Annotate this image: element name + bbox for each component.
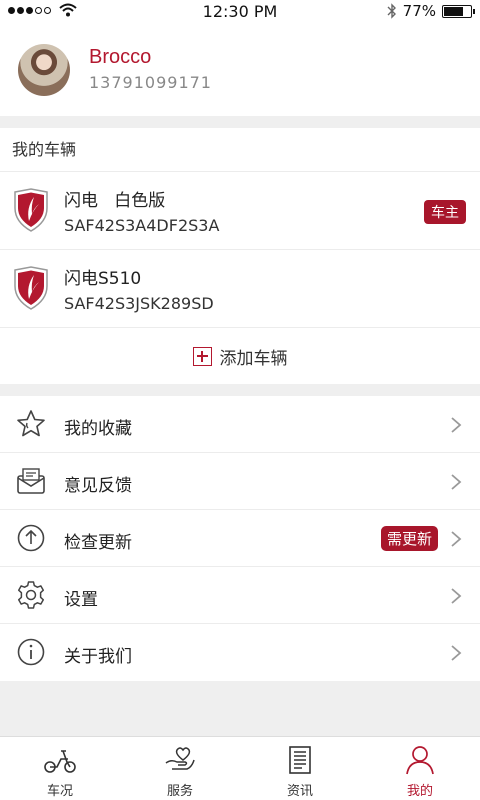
vehicle-vin: SAF42S3A4DF2S3A [64, 216, 220, 235]
bottom-tab-bar: 车况 服务 资讯 我的 [0, 736, 480, 800]
vehicle-vin: SAF42S3JSK289SD [64, 294, 214, 313]
add-vehicle-label: 添加车辆 [219, 348, 288, 369]
chevron-right-icon [451, 588, 462, 604]
chevron-right-icon [451, 531, 462, 547]
news-icon [289, 746, 311, 774]
tab-mine[interactable]: 我的 [360, 737, 480, 800]
tab-vehicle-status[interactable]: 车况 [0, 737, 120, 800]
vehicle-row[interactable]: 闪电S510 SAF42S3JSK289SD [0, 250, 480, 328]
tab-label: 服务 [166, 784, 193, 799]
tab-label: 我的 [406, 784, 433, 799]
upload-arrow-icon [17, 524, 45, 552]
battery-icon [442, 4, 475, 18]
status-right: 77% [387, 2, 475, 20]
gear-icon [17, 581, 45, 609]
brand-shield-icon [14, 266, 48, 310]
info-icon [17, 638, 45, 666]
menu-label: 我的收藏 [64, 419, 132, 439]
menu-label: 关于我们 [64, 647, 132, 667]
add-vehicle-button[interactable]: 添加车辆 [0, 328, 480, 384]
chevron-right-icon [451, 645, 462, 661]
update-needed-badge: 需更新 [380, 526, 438, 551]
star-icon [17, 410, 45, 437]
menu-item-settings[interactable]: 设置 [0, 567, 480, 624]
menu-label: 意见反馈 [64, 476, 132, 496]
mail-icon [17, 468, 45, 494]
settings-menu: 我的收藏 意见反馈 检查更新 需更新 设置 关于我们 [0, 396, 480, 681]
tab-service[interactable]: 服务 [120, 737, 240, 800]
tab-label: 车况 [46, 784, 73, 799]
bluetooth-icon [387, 3, 396, 19]
battery-percent: 77% [402, 2, 436, 20]
chevron-right-icon [451, 474, 462, 490]
menu-label: 设置 [64, 590, 98, 610]
chevron-right-icon [451, 417, 462, 433]
tab-news[interactable]: 资讯 [240, 737, 360, 800]
section-title: 我的车辆 [0, 128, 480, 172]
menu-item-about[interactable]: 关于我们 [0, 624, 480, 681]
profile-name: Brocco [89, 46, 152, 68]
status-bar: 12:30 PM 77% [0, 0, 480, 24]
vehicle-row[interactable]: 闪电 白色版 SAF42S3A4DF2S3A 车主 [0, 172, 480, 250]
tab-label: 资讯 [286, 784, 313, 799]
menu-item-check-update[interactable]: 检查更新 需更新 [0, 510, 480, 567]
owner-badge: 车主 [424, 200, 466, 224]
plus-icon [192, 346, 212, 366]
menu-item-favorites[interactable]: 我的收藏 [0, 396, 480, 453]
person-icon [406, 746, 434, 775]
brand-shield-icon [14, 188, 48, 232]
vehicle-name: 闪电 白色版 [64, 191, 166, 211]
menu-item-feedback[interactable]: 意见反馈 [0, 453, 480, 510]
scooter-icon [44, 750, 76, 773]
menu-label: 检查更新 [64, 533, 132, 553]
my-vehicles-section: 我的车辆 闪电 白色版 SAF42S3A4DF2S3A 车主 闪电S510 SA… [0, 128, 480, 384]
profile-header[interactable]: Brocco 13791099171 [0, 24, 480, 116]
hand-heart-icon [165, 747, 195, 770]
profile-phone: 13791099171 [89, 73, 212, 92]
avatar[interactable] [18, 44, 70, 96]
vehicle-name: 闪电S510 [64, 269, 142, 289]
